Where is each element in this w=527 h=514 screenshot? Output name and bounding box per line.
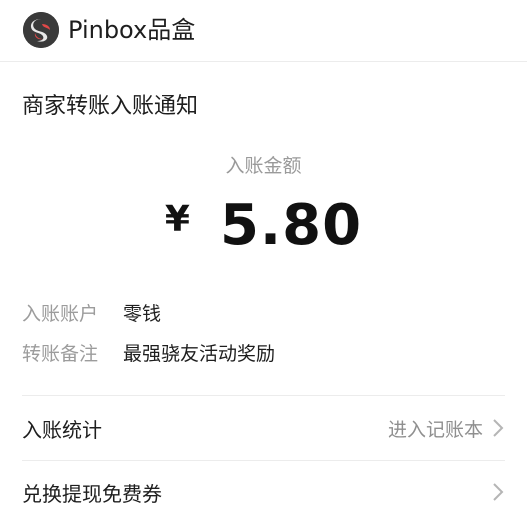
pinbox-logo-icon[interactable]: [23, 12, 59, 48]
card-title: 商家转账入账通知: [22, 94, 199, 119]
detail-label: 入账账户: [22, 303, 99, 325]
amount-value: 5.80: [219, 193, 363, 258]
app-name[interactable]: Pinbox品盒: [68, 15, 195, 45]
chevron-right-icon: [493, 419, 504, 437]
detail-value: 最强骁友活动奖励: [123, 343, 276, 365]
detail-row-account: 入账账户 零钱: [22, 300, 161, 328]
stats-label: 入账统计: [22, 417, 102, 442]
amount-label: 入账金额: [225, 155, 302, 177]
redeem-link[interactable]: [483, 481, 505, 503]
redeem-row[interactable]: 兑换提现免费券: [22, 472, 505, 512]
divider: [22, 395, 505, 396]
detail-value: 零钱: [123, 303, 162, 325]
detail-label: 转账备注: [22, 343, 99, 365]
divider: [22, 460, 505, 461]
stats-row[interactable]: 入账统计 进入记账本: [22, 408, 505, 448]
redeem-label: 兑换提现免费券: [22, 481, 162, 506]
amount-row: ¥ 5.80: [0, 193, 527, 258]
currency-symbol: ¥: [164, 199, 190, 240]
detail-row-remark: 转账备注 最强骁友活动奖励: [22, 340, 275, 368]
chevron-right-icon: [493, 483, 504, 501]
open-ledger-label: 进入记账本: [387, 418, 483, 441]
app-header: Pinbox品盒: [0, 0, 527, 62]
open-ledger-link[interactable]: 进入记账本: [388, 415, 505, 442]
